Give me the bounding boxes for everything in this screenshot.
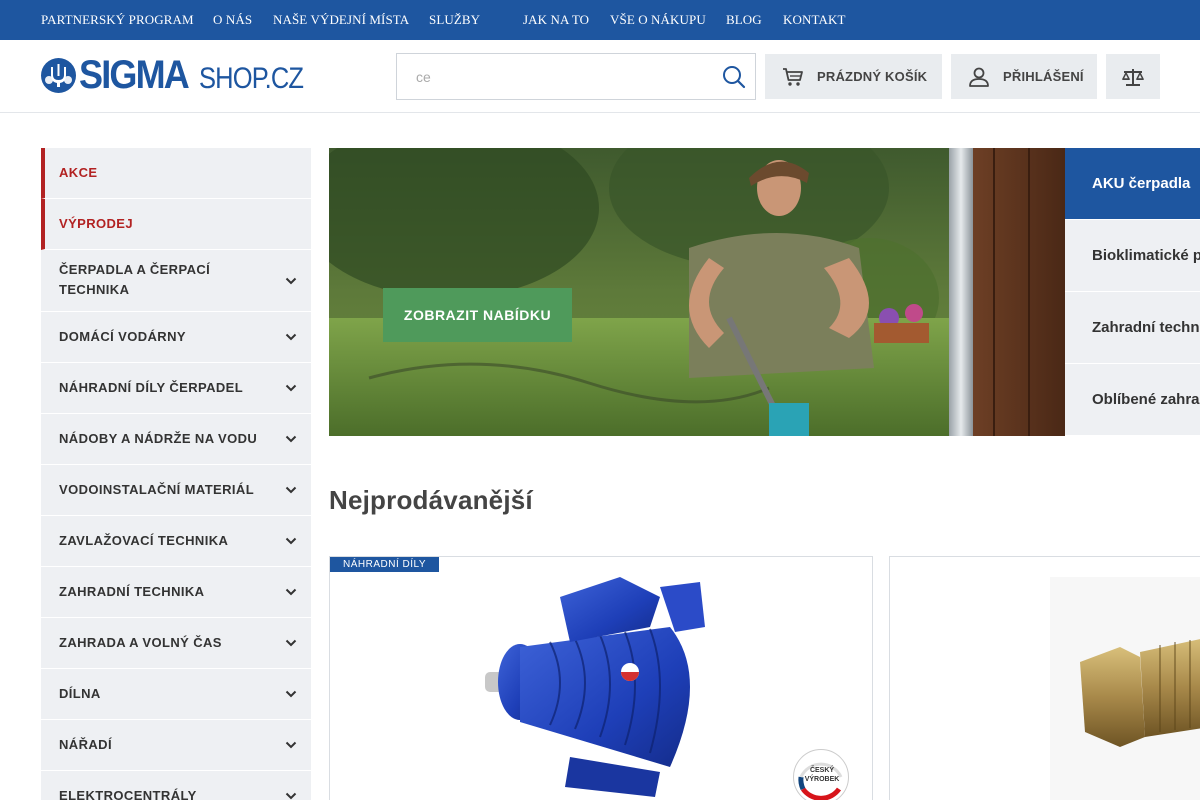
- cart-icon: [781, 65, 805, 89]
- category-label: NÁŘADÍ: [59, 737, 112, 752]
- category-label: VODOINSTALAČNÍ MATERIÁL: [59, 482, 255, 497]
- category-label: ELEKTROCENTRÁLY: [59, 788, 197, 800]
- czech-badge-line1: ČESKÝ: [809, 767, 835, 774]
- category-item-plumbing-material[interactable]: VODOINSTALAČNÍ MATERIÁL: [41, 465, 311, 516]
- product-card[interactable]: [889, 556, 1200, 800]
- category-label: NÁHRADNÍ DÍLY ČERPADEL: [59, 380, 244, 395]
- category-label: ZAHRADNÍ TECHNIKA: [59, 584, 205, 599]
- site-logo[interactable]: SIGMA SHOP.CZ: [41, 53, 304, 97]
- czech-product-badge: ČESKÝ VÝROBEK: [793, 749, 849, 800]
- chevron-down-icon: [285, 639, 297, 647]
- category-item-garden-machinery[interactable]: ZAHRADNÍ TECHNIKA: [41, 567, 311, 618]
- category-item-generators[interactable]: ELEKTROCENTRÁLY: [41, 771, 311, 800]
- compare-button[interactable]: [1106, 54, 1160, 99]
- topnav-link-about[interactable]: O NÁS: [213, 12, 252, 28]
- category-item-tools[interactable]: NÁŘADÍ: [41, 720, 311, 771]
- topnav-link-pickup-points[interactable]: NAŠE VÝDEJNÍ MÍSTA: [273, 12, 409, 28]
- category-item-water-tanks[interactable]: NÁDOBY A NÁDRŽE NA VODU: [41, 414, 311, 465]
- login-label: PŘIHLÁŠENÍ: [1003, 69, 1084, 84]
- chevron-down-icon: [285, 333, 297, 341]
- cart-label: PRÁZDNÝ KOŠÍK: [817, 69, 928, 84]
- banner-tab-list: AKU čerpadla Bioklimatické p Zahradní te…: [1065, 148, 1200, 436]
- site-header: SIGMA SHOP.CZ PRÁZDNÝ KOŠÍK: [0, 40, 1200, 113]
- login-button[interactable]: PŘIHLÁŠENÍ: [951, 54, 1097, 99]
- chevron-down-icon: [285, 384, 297, 392]
- search-icon[interactable]: [721, 64, 747, 90]
- banner-tab-garden-machinery[interactable]: Zahradní techn: [1065, 292, 1200, 364]
- user-icon: [967, 65, 991, 89]
- chevron-down-icon: [285, 741, 297, 749]
- category-item-garden-leisure[interactable]: ZAHRADA A VOLNÝ ČAS: [41, 618, 311, 669]
- category-label: ZAHRADA A VOLNÝ ČAS: [59, 635, 222, 650]
- top-navigation: PARTNERSKÝ PROGRAM O NÁS NAŠE VÝDEJNÍ MÍ…: [0, 0, 1200, 40]
- cart-button[interactable]: PRÁZDNÝ KOŠÍK: [765, 54, 942, 99]
- topnav-link-how-to[interactable]: JAK NA TO: [523, 12, 589, 28]
- topnav-link-shopping-info[interactable]: VŠE O NÁKUPU: [610, 12, 706, 28]
- bestsellers-title: Nejprodávanější: [329, 485, 533, 515]
- chevron-down-icon: [285, 792, 297, 800]
- category-item-sale[interactable]: AKCE: [41, 148, 311, 199]
- category-item-domestic-waterworks[interactable]: DOMÁCÍ VODÁRNY: [41, 312, 311, 363]
- category-label: VÝPRODEJ: [59, 216, 134, 231]
- search-box: [396, 53, 756, 100]
- show-offer-button[interactable]: ZOBRAZIT NABÍDKU: [383, 288, 572, 342]
- category-item-pumps[interactable]: ČERPADLA A ČERPACÍ TECHNIKA: [41, 250, 311, 312]
- czech-badge-line2: VÝROBEK: [804, 776, 840, 783]
- logo-emblem-icon: [41, 58, 76, 93]
- category-label: AKCE: [59, 165, 98, 180]
- category-item-irrigation[interactable]: ZAVLAŽOVACÍ TECHNIKA: [41, 516, 311, 567]
- topnav-link-partner-program[interactable]: PARTNERSKÝ PROGRAM: [41, 12, 194, 28]
- topnav-link-services[interactable]: SLUŽBY: [429, 12, 480, 28]
- banner-tab-aku-pumps[interactable]: AKU čerpadla: [1065, 148, 1200, 220]
- category-label: NÁDOBY A NÁDRŽE NA VODU: [59, 431, 258, 446]
- logo-text-sub: SHOP.CZ: [199, 62, 304, 95]
- product-card[interactable]: NÁHRADNÍ DÍLY ČESKÝ VÝROBEK: [329, 556, 873, 800]
- banner-tab-popular-garden[interactable]: Oblíbené zahra: [1065, 364, 1200, 436]
- hero-banner[interactable]: ZOBRAZIT NABÍDKU: [329, 148, 1065, 436]
- category-sidebar: AKCE VÝPRODEJ ČERPADLA A ČERPACÍ TECHNIK…: [41, 148, 311, 800]
- category-item-clearance[interactable]: VÝPRODEJ: [41, 199, 311, 250]
- chevron-down-icon: [285, 435, 297, 443]
- category-item-workshop[interactable]: DÍLNA: [41, 669, 311, 720]
- product-image-brass-fitting: [1050, 577, 1200, 800]
- category-label: ČERPADLA A ČERPACÍ TECHNIKA: [59, 262, 211, 297]
- chevron-down-icon: [285, 486, 297, 494]
- category-item-pump-spare-parts[interactable]: NÁHRADNÍ DÍLY ČERPADEL: [41, 363, 311, 414]
- scales-icon: [1121, 66, 1145, 88]
- chevron-down-icon: [285, 588, 297, 596]
- chevron-down-icon: [285, 277, 297, 284]
- category-label: DÍLNA: [59, 686, 101, 701]
- product-image-pump: [485, 577, 705, 797]
- category-label: ZAVLAŽOVACÍ TECHNIKA: [59, 533, 229, 548]
- chevron-down-icon: [285, 690, 297, 698]
- topnav-link-blog[interactable]: BLOG: [726, 12, 762, 28]
- search-input[interactable]: [397, 54, 717, 99]
- chevron-down-icon: [285, 537, 297, 545]
- logo-text-main: SIGMA: [79, 53, 190, 97]
- banner-tab-bioclimatic[interactable]: Bioklimatické p: [1065, 220, 1200, 292]
- topnav-link-contact[interactable]: KONTAKT: [783, 12, 845, 28]
- category-label: DOMÁCÍ VODÁRNY: [59, 329, 186, 344]
